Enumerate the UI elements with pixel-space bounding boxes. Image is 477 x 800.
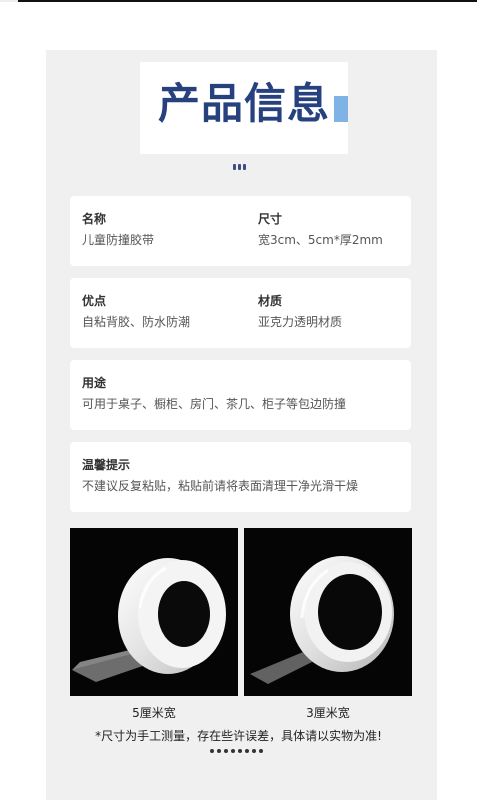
caption-3cm: 3厘米宽	[306, 706, 350, 720]
card-value: 自粘背胶、防水防潮	[82, 315, 191, 329]
bottom-dots-icon	[210, 749, 270, 755]
info-card-tips: 温馨提示 不建议反复粘贴，粘贴前请将表面清理干净光滑干燥	[70, 442, 411, 512]
card-value: 儿童防撞胶带	[82, 233, 155, 247]
card-value: 宽3cm、5cm*厚2mm	[258, 233, 383, 247]
divider-dots-icon	[233, 164, 247, 170]
measurement-note: *尺寸为手工测量，存在些许误差，具体请以实物为准!	[95, 729, 382, 743]
tape-roll-5cm-icon	[72, 558, 226, 682]
card-label: 温馨提示	[82, 458, 131, 472]
product-image-5cm	[70, 528, 238, 696]
info-card-advantage-material: 优点 自粘背胶、防水防潮 材质 亚克力透明材质	[70, 278, 411, 348]
card-label: 优点	[82, 294, 107, 308]
card-value: 可用于桌子、橱柜、房门、茶几、柜子等包边防撞	[82, 397, 347, 411]
product-image-3cm	[244, 528, 412, 696]
card-value: 不建议反复粘贴，粘贴前请将表面清理干净光滑干燥	[82, 479, 359, 493]
top-strip	[0, 0, 477, 2]
card-label: 用途	[82, 376, 107, 390]
caption-5cm: 5厘米宽	[132, 706, 176, 720]
page-title: 产品信息	[157, 79, 330, 128]
card-label: 名称	[82, 212, 107, 226]
info-card-name-size: 名称 儿童防撞胶带 尺寸 宽3cm、5cm*厚2mm	[70, 196, 411, 266]
card-label: 材质	[258, 294, 283, 308]
info-card-usage: 用途 可用于桌子、橱柜、房门、茶几、柜子等包边防撞	[70, 360, 411, 430]
card-value: 亚克力透明材质	[258, 315, 343, 329]
tape-roll-3cm-icon	[250, 556, 394, 684]
card-label: 尺寸	[258, 212, 283, 226]
